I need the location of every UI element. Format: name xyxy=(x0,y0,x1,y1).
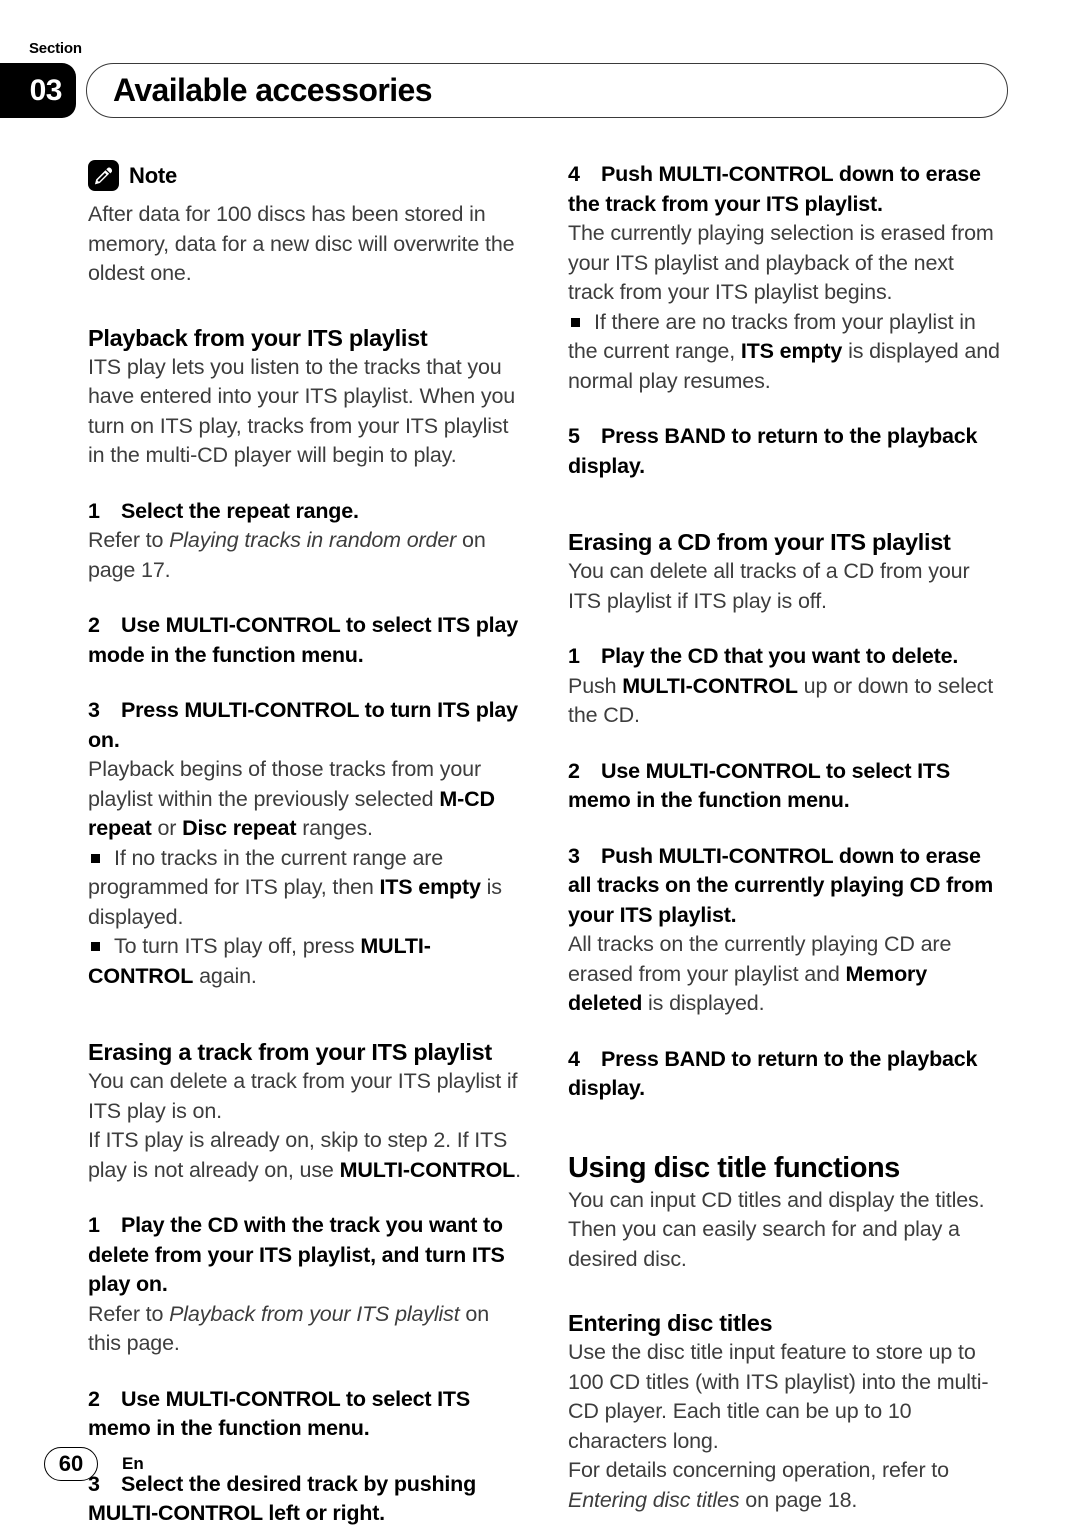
cd-step-3-push-multi-control-down: 3 Push MULTI-CONTROL down to erase all tr… xyxy=(568,842,1002,931)
heading-entering-disc-titles: Entering disc titles xyxy=(568,1310,773,1336)
section-number: 03 xyxy=(29,73,63,107)
cd-step-3-body: All tracks on the currently playing CD a… xyxy=(568,930,1002,1019)
page-title: Available accessories xyxy=(113,72,432,108)
heading-erasing-a-cd: Erasing a CD from your ITS playlist xyxy=(568,529,951,555)
bullet-turn-its-play-off: To turn ITS play off, press MULTI-CONTRO… xyxy=(88,932,522,991)
erasing-track-paragraph-2: If ITS play is already on, skip to step … xyxy=(88,1126,522,1185)
step-3-body-post: ranges. xyxy=(296,816,373,840)
term-multi-control: MULTI-CONTROL xyxy=(622,673,798,698)
step-text: Use MULTI-CONTROL to select ITS memo in … xyxy=(88,1386,470,1441)
step-text: Play the CD with the track you want to d… xyxy=(88,1213,505,1296)
note-header: Note xyxy=(88,160,522,191)
bullet-square-icon xyxy=(91,942,100,951)
erase-step-1-body-pre: Refer to xyxy=(88,1301,170,1326)
step-number: 1 xyxy=(568,644,580,668)
step-number: 4 xyxy=(568,162,580,186)
step-text: Use MULTI-CONTROL to select ITS play mod… xyxy=(88,613,518,667)
bullet-square-icon xyxy=(571,317,580,327)
heading-playback-from-its-playlist: Playback from your ITS playlist xyxy=(88,324,428,351)
bullet-no-tracks-its-empty: If there are no tracks from your playlis… xyxy=(568,308,1002,397)
erase-step-2-use-multi-control: 2 Use MULTI-CONTROL to select ITS memo in… xyxy=(88,1385,522,1444)
cd-step-1-play-the-cd: 1 Play the CD that you want to delete. xyxy=(568,642,1002,672)
section-label: Section xyxy=(29,40,82,57)
cd-step-2-use-multi-control: 2 Use MULTI-CONTROL to select ITS memo in… xyxy=(568,757,1002,816)
erase-step-3-select-desired-track: 3 Select the desired track by pushing MUL… xyxy=(88,1470,522,1529)
erase-step-4-push-multi-control-down: 4 Push MULTI-CONTROL down to erase the tr… xyxy=(568,160,1002,219)
step-number: 1 xyxy=(88,498,100,523)
erase-step-1-body: Refer to Playback from your ITS playlist… xyxy=(88,1300,522,1359)
step-3-body: Playback begins of those tracks from you… xyxy=(88,755,522,844)
disc-title-intro: You can input CD titles and display the … xyxy=(568,1187,985,1271)
step-number: 1 xyxy=(88,1213,100,1237)
language-code: En xyxy=(122,1454,144,1473)
step-number: 2 xyxy=(88,1386,100,1411)
entering-p2-post: on page 18. xyxy=(739,1487,858,1512)
step-number: 4 xyxy=(568,1046,580,1071)
note-body: After data for 100 discs has been stored… xyxy=(88,202,515,285)
step-2-use-multi-control: 2 Use MULTI-CONTROL to select ITS play mo… xyxy=(88,611,522,670)
entering-disc-titles-paragraph-2: For details concerning operation, refer … xyxy=(568,1456,1002,1515)
entering-p2-pre: For details concerning operation, refer … xyxy=(568,1458,949,1482)
cross-reference-playback-from-its-playlist: Playback from your ITS playlist xyxy=(169,1301,460,1326)
pencil-icon xyxy=(88,160,119,191)
page-footer: 60 En xyxy=(44,1447,144,1481)
section-number-badge: 03 xyxy=(0,63,76,118)
step-text: Push MULTI-CONTROL down to erase all tra… xyxy=(568,843,994,927)
cd-step-4-press-band: 4 Press BAND to return to the playback di… xyxy=(568,1045,1002,1104)
page-header: Section 03 Available accessories xyxy=(0,0,1080,125)
step-3-press-multi-control: 3 Press MULTI-CONTROL to turn ITS play on… xyxy=(88,696,522,755)
page-number-badge: 60 xyxy=(44,1447,98,1481)
term-disc-repeat: Disc repeat xyxy=(182,816,297,840)
step-text: Press BAND to return to the playback dis… xyxy=(568,1046,978,1101)
step-number: 5 xyxy=(568,424,580,448)
erasing-track-paragraph-1: You can delete a track from your ITS pla… xyxy=(88,1069,518,1123)
step-3-body-pre: Playback begins of those tracks from you… xyxy=(88,757,481,811)
cd-step-1-body-pre: Push xyxy=(568,673,623,698)
step-text: Push MULTI-CONTROL down to erase the tra… xyxy=(568,162,981,216)
playback-intro-paragraph: ITS play lets you listen to the tracks t… xyxy=(88,354,516,468)
step-text: Press MULTI-CONTROL to turn ITS play on. xyxy=(88,698,518,752)
step-number: 3 xyxy=(568,843,580,868)
entering-disc-titles-paragraph-1: Use the disc title input feature to stor… xyxy=(568,1340,989,1453)
step-text: Select the desired track by pushing MULT… xyxy=(88,1471,477,1526)
step-number: 2 xyxy=(88,613,100,637)
erasing-track-p2-post: . xyxy=(515,1157,521,1182)
term-its-empty: ITS empty xyxy=(379,875,481,899)
erase-step-5-press-band: 5 Press BAND to return to the playback di… xyxy=(568,422,1002,481)
step-1-select-repeat-range: 1 Select the repeat range. xyxy=(88,497,522,527)
term-its-empty: ITS empty xyxy=(740,339,843,363)
step-number: 3 xyxy=(88,698,100,722)
erasing-cd-intro: You can delete all tracks of a CD from y… xyxy=(568,559,970,613)
step-text: Press BAND to return to the playback dis… xyxy=(568,424,978,478)
bullet-its-empty-note: If no tracks in the current range are pr… xyxy=(88,844,522,933)
right-column: 4 Push MULTI-CONTROL down to erase the tr… xyxy=(568,160,1002,1515)
cd-step-1-body: Push MULTI-CONTROL up or down to select … xyxy=(568,672,1002,731)
erase-step-4-body: The currently playing selection is erase… xyxy=(568,221,994,304)
cross-reference-entering-disc-titles: Entering disc titles xyxy=(568,1487,740,1512)
page-title-pill: Available accessories xyxy=(86,63,1008,118)
note-block: Note After data for 100 discs has been s… xyxy=(88,160,522,289)
left-column: Note After data for 100 discs has been s… xyxy=(88,160,522,1529)
heading-using-disc-title-functions: Using disc title functions xyxy=(568,1151,900,1184)
cross-reference-playing-tracks: Playing tracks in random order xyxy=(169,528,457,552)
step-1-body-pre: Refer to xyxy=(88,528,170,552)
bullet-square-icon xyxy=(91,853,100,863)
step-3-body-mid: or xyxy=(151,816,183,840)
cd-step-3-body-post: is displayed. xyxy=(642,991,765,1015)
note-title: Note xyxy=(129,162,178,188)
step-number: 2 xyxy=(568,758,580,783)
erase-step-1-play-the-cd: 1 Play the CD with the track you want to … xyxy=(88,1211,522,1300)
step-text: Play the CD that you want to delete. xyxy=(601,644,959,668)
term-multi-control: MULTI-CONTROL xyxy=(339,1157,516,1182)
bullet-2-pre: To turn ITS play off, press xyxy=(114,934,361,958)
step-text: Use MULTI-CONTROL to select ITS memo in … xyxy=(568,758,950,813)
step-1-body: Refer to Playing tracks in random order … xyxy=(88,526,522,585)
heading-erasing-a-track: Erasing a track from your ITS playlist xyxy=(88,1039,492,1065)
bullet-2-post: again. xyxy=(193,963,257,988)
step-text: Select the repeat range. xyxy=(121,498,359,523)
